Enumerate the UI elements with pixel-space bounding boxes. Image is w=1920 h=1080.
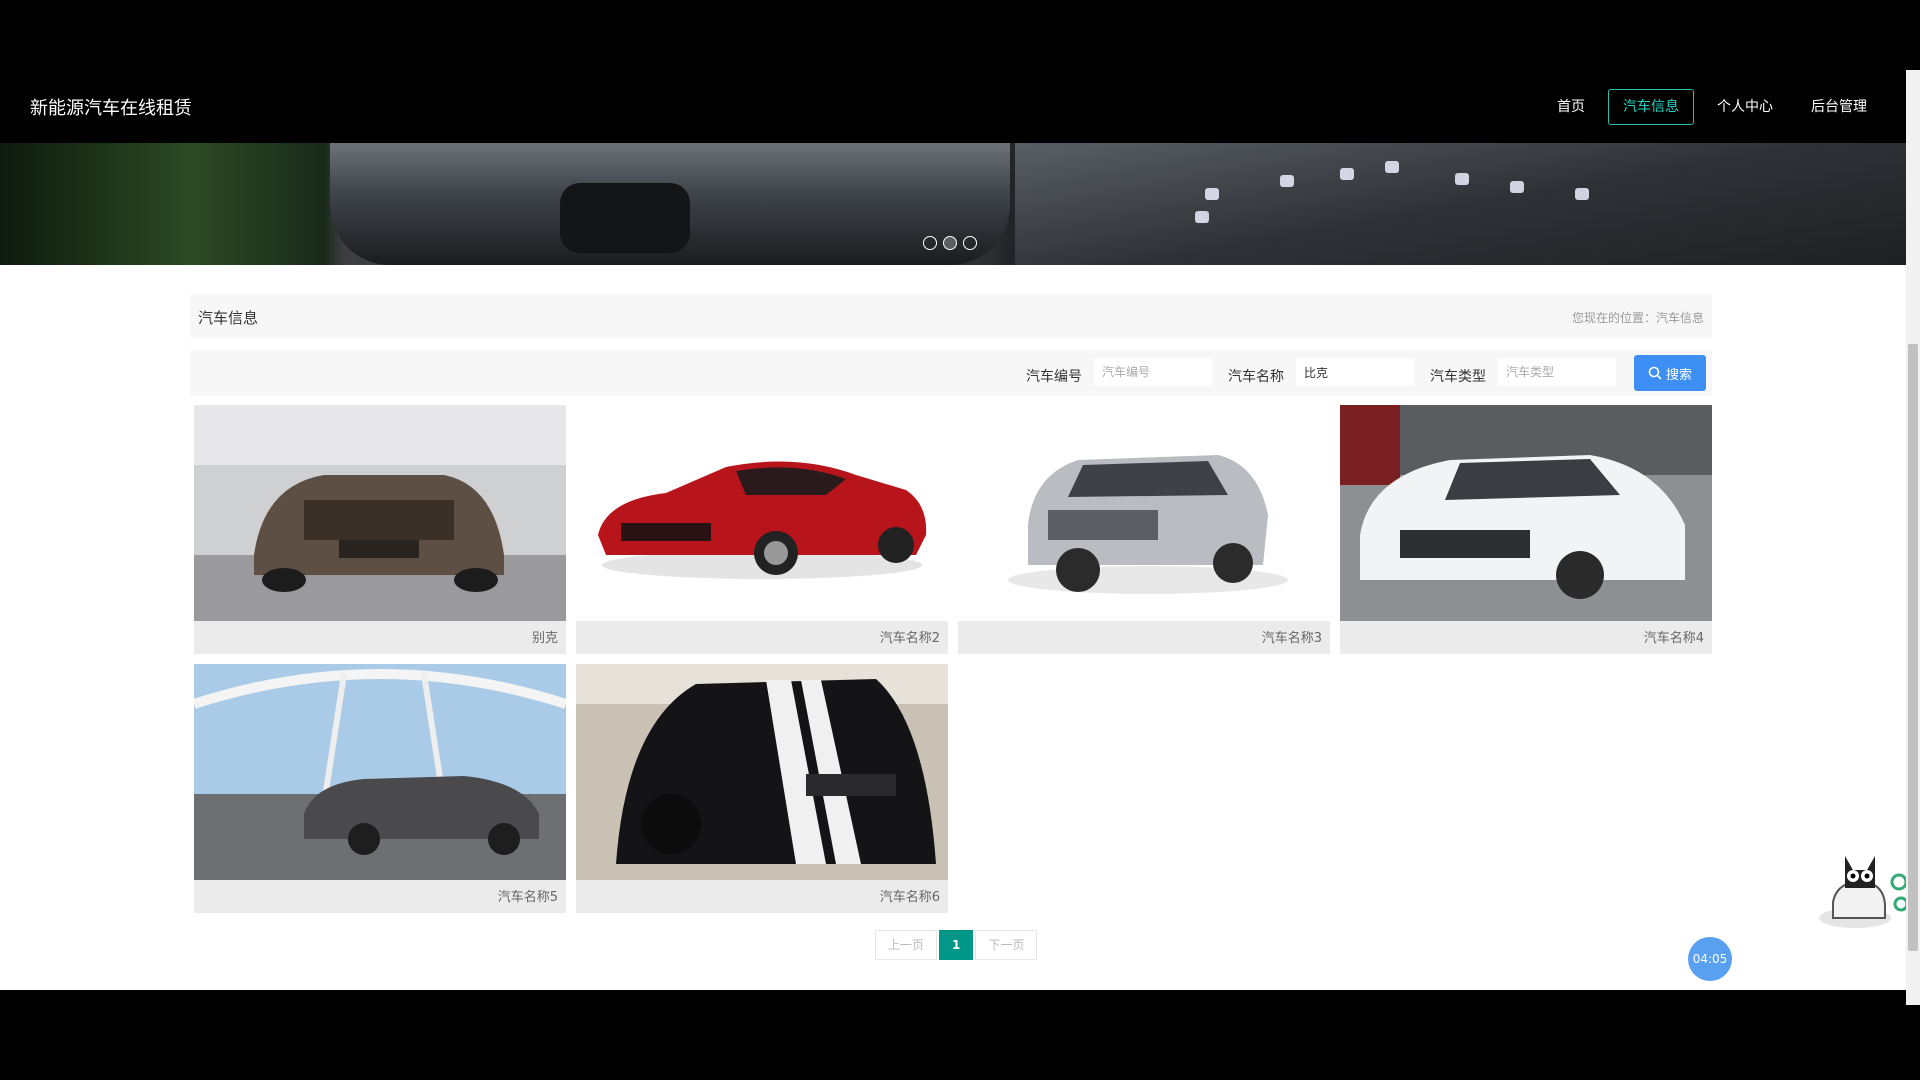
search-bar: 汽车编号 汽车名称 汽车类型: [190, 350, 1712, 396]
search-icon: [1648, 366, 1662, 380]
timer-badge[interactable]: 04:05: [1688, 937, 1732, 981]
pagination: 上一页 1 下一页: [875, 930, 1038, 960]
carousel-indicators: [923, 236, 977, 250]
nav-home[interactable]: 首页: [1542, 89, 1600, 125]
breadcrumb: 您现在的位置：汽车信息: [1571, 311, 1704, 325]
car-number-input[interactable]: [1094, 358, 1212, 386]
car-name: 汽车名称2: [879, 631, 940, 646]
car-image-white-sedan[interactable]: [1340, 405, 1712, 621]
car-name: 汽车名称3: [1261, 631, 1322, 646]
search-button[interactable]: 搜索: [1634, 355, 1706, 391]
car-type-label: 汽车类型: [1430, 369, 1486, 385]
road-light: [1510, 181, 1524, 193]
car-card[interactable]: 汽车名称5: [194, 664, 566, 913]
nav-personal-center[interactable]: 个人中心: [1702, 89, 1788, 125]
car-name: 汽车名称6: [879, 890, 940, 905]
road-light: [1385, 161, 1399, 173]
car-name: 汽车名称4: [1643, 631, 1704, 646]
banner-road: [1015, 143, 1906, 265]
road-light: [1195, 211, 1209, 223]
cartoon-mascot-icon[interactable]: [1815, 852, 1906, 928]
road-light: [1340, 168, 1354, 180]
car-card[interactable]: 汽车名称3: [958, 405, 1330, 654]
carousel-dot-2[interactable]: [943, 236, 957, 250]
nav-car-info[interactable]: 汽车信息: [1608, 89, 1694, 125]
top-navbar: 新能源汽车在线租赁 首页 汽车信息 个人中心 后台管理: [0, 0, 1906, 143]
prev-page-button[interactable]: 上一页: [875, 930, 938, 960]
road-light: [1575, 188, 1589, 200]
nav-admin[interactable]: 后台管理: [1796, 89, 1882, 125]
carousel-dot-3[interactable]: [963, 236, 977, 250]
car-image-red-sedan[interactable]: [576, 405, 948, 621]
car-name-label: 汽车名称: [1228, 369, 1284, 385]
next-page-button[interactable]: 下一页: [975, 930, 1038, 960]
car-type-input[interactable]: [1498, 358, 1616, 386]
section-header: 汽车信息 您现在的位置：汽车信息: [190, 294, 1712, 338]
car-image-silver-suv[interactable]: [958, 405, 1330, 621]
car-card[interactable]: 汽车名称6: [576, 664, 948, 913]
carousel-dot-1[interactable]: [923, 236, 937, 250]
section-title: 汽车信息: [198, 309, 259, 327]
car-card[interactable]: 别克: [194, 405, 566, 654]
road-light: [1455, 173, 1469, 185]
banner-license-plate: [560, 183, 690, 253]
scrollbar-thumb[interactable]: [1908, 344, 1918, 951]
car-name-input[interactable]: [1296, 358, 1414, 386]
car-card[interactable]: 汽车名称2: [576, 405, 948, 654]
search-button-label: 搜索: [1665, 367, 1692, 383]
car-image-brown-sedan[interactable]: [194, 405, 566, 621]
main-nav: 首页 汽车信息 个人中心 后台管理: [1542, 89, 1882, 125]
car-card[interactable]: 汽车名称4: [1340, 405, 1712, 654]
car-image-grey-sedan-bridge[interactable]: [194, 664, 566, 880]
current-page[interactable]: 1: [939, 930, 974, 960]
car-name: 汽车名称5: [497, 890, 558, 905]
road-light: [1205, 188, 1219, 200]
car-name: 别克: [531, 631, 558, 646]
page: 新能源汽车在线租赁 首页 汽车信息 个人中心 后台管理 汽车信息 您现在的位置：…: [0, 0, 1906, 990]
car-image-black-muscle-car[interactable]: [576, 664, 948, 880]
road-light: [1280, 175, 1294, 187]
car-number-label: 汽车编号: [1026, 369, 1082, 385]
site-brand[interactable]: 新能源汽车在线租赁: [30, 94, 192, 120]
